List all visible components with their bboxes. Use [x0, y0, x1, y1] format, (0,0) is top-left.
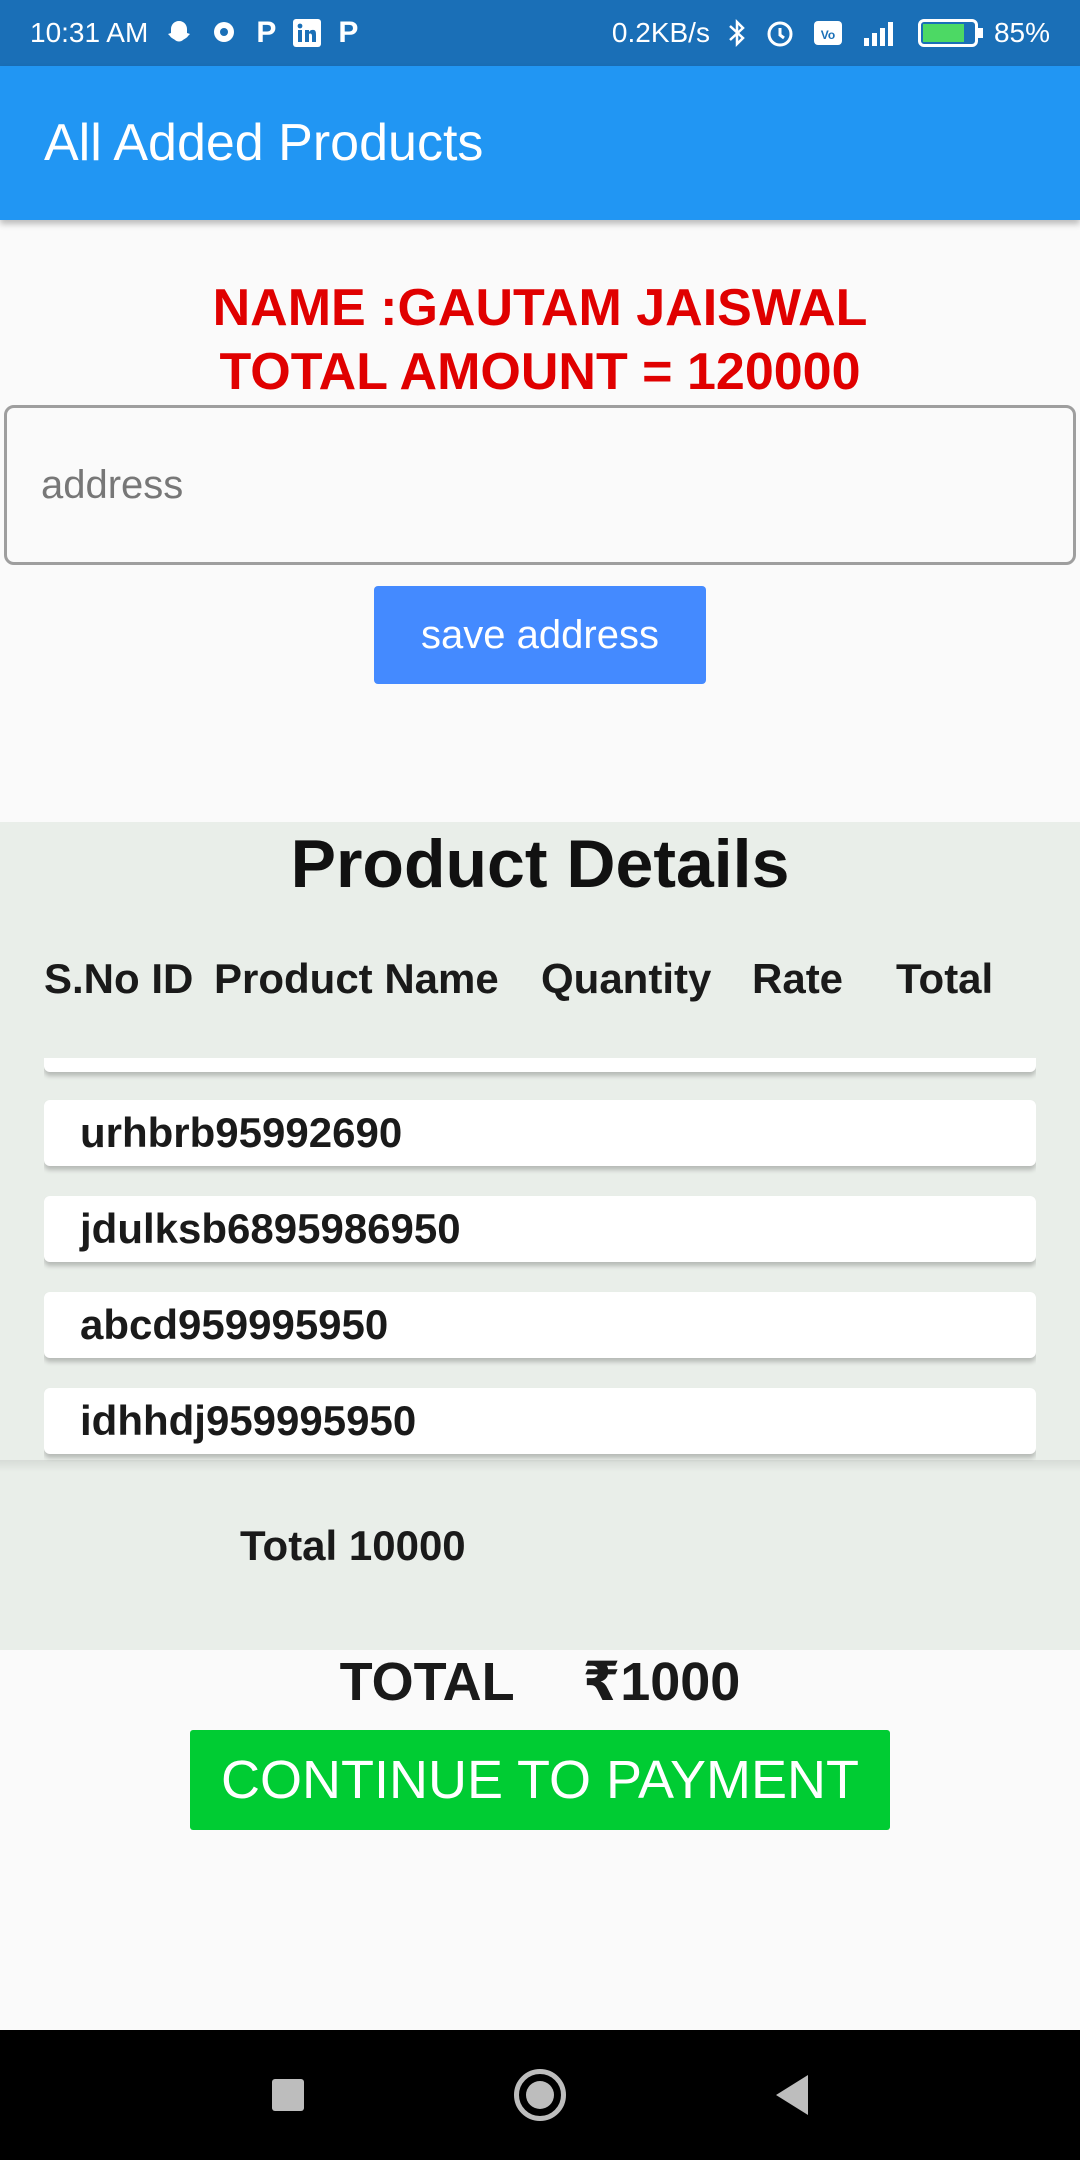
home-icon[interactable] — [514, 2069, 566, 2121]
product-list[interactable]: urhbrb95992690 jdulksb6895986950 abcd959… — [44, 1058, 1036, 1468]
grand-total: TOTAL ₹1000 — [0, 1650, 1080, 1713]
app-bar: All Added Products — [0, 66, 1080, 220]
table-header: S.No ID Product Name Quantity Rate Total — [0, 955, 1080, 1005]
status-bar: 10:31 AM P P 0.2KB/s Vo 85% — [0, 0, 1080, 66]
paytm-icon: P — [256, 16, 277, 49]
network-speed: 0.2KB/s — [611, 17, 710, 48]
total-amount: TOTAL AMOUNT = 120000 — [219, 343, 861, 401]
list-item[interactable]: urhbrb95992690 — [44, 1100, 1036, 1166]
list-bottom-shadow — [0, 1460, 1080, 1472]
address-input[interactable] — [39, 461, 1073, 509]
customer-name: NAME :GAUTAM JAISWAL — [212, 279, 868, 337]
list-item-partial[interactable] — [44, 1058, 1036, 1072]
grand-total-label: TOTAL — [339, 1652, 515, 1712]
product-id: abcd959995950 — [80, 1301, 389, 1348]
address-field-container — [4, 405, 1076, 565]
volte-icon: Vo — [812, 18, 844, 48]
battery-percent: 85% — [993, 17, 1050, 48]
continue-to-payment-button[interactable]: CONTINUE TO PAYMENT — [190, 1730, 890, 1830]
chat-icon — [210, 18, 240, 48]
snapchat-icon — [164, 18, 194, 48]
product-details-title: Product Details — [290, 826, 790, 902]
page-title: All Added Products — [44, 114, 484, 172]
recent-apps-icon[interactable] — [272, 2079, 304, 2111]
list-item[interactable]: abcd959995950 — [44, 1292, 1036, 1358]
column-header-sno-id: S.No ID — [44, 955, 194, 1002]
save-address-button[interactable]: save address — [374, 586, 706, 684]
list-item[interactable]: jdulksb6895986950 — [44, 1196, 1036, 1262]
column-header-quantity: Quantity — [541, 955, 712, 1002]
system-nav-bar — [0, 2030, 1080, 2160]
battery-icon — [917, 19, 983, 47]
svg-text:Vo: Vo — [821, 28, 835, 42]
bluetooth-icon — [726, 18, 748, 48]
product-id: jdulksb6895986950 — [80, 1205, 461, 1252]
status-time: 10:31 AM — [30, 17, 149, 48]
list-item[interactable]: idhhdj959995950 — [44, 1388, 1036, 1454]
battery-level — [922, 24, 964, 42]
column-header-product-name: Product Name — [214, 955, 499, 1002]
column-header-rate: Rate — [752, 955, 844, 1002]
linkedin-icon — [292, 18, 322, 48]
column-header-total: Total — [896, 955, 994, 1002]
products-subtotal: Total 10000 — [240, 1522, 466, 1569]
back-icon[interactable] — [776, 2075, 808, 2115]
signal-icon — [860, 18, 902, 48]
paytm-icon: P — [338, 16, 359, 49]
alarm-icon — [764, 17, 796, 49]
grand-total-amount: ₹1000 — [582, 1652, 741, 1712]
product-id: urhbrb95992690 — [80, 1109, 403, 1156]
product-id: idhhdj959995950 — [80, 1397, 417, 1444]
